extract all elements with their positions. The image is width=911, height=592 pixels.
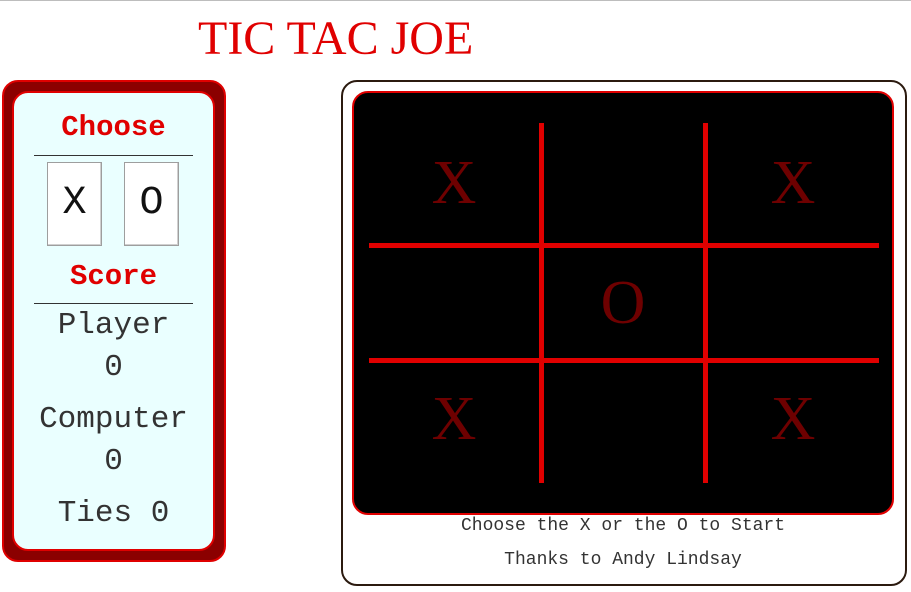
choose-x-button[interactable]: X — [47, 162, 102, 246]
computer-score: 0 — [104, 444, 123, 479]
player-label: Player — [57, 308, 170, 343]
choose-o-button[interactable]: O — [124, 162, 179, 246]
page-title: TIC TAC JOE — [198, 12, 474, 65]
side-panel: Choose X O Score Player 0 Computer 0 Tie… — [12, 91, 215, 551]
board-cell-9[interactable]: X — [711, 363, 875, 475]
board-cell-3[interactable]: X — [711, 127, 875, 239]
board-cell-4[interactable] — [372, 247, 536, 359]
board-cell-7[interactable]: X — [372, 363, 536, 475]
board-cell-2[interactable] — [541, 127, 705, 239]
credit-text: Thanks to Andy Lindsay — [504, 550, 742, 570]
player-score: 0 — [104, 350, 123, 385]
choose-heading: Choose — [61, 111, 166, 144]
game-board: X X O X X — [352, 91, 894, 515]
score-heading: Score — [69, 260, 157, 293]
choose-divider — [34, 155, 193, 156]
score-divider — [34, 303, 193, 304]
board-cell-8[interactable] — [541, 363, 705, 475]
board-cell-6[interactable] — [711, 247, 875, 359]
ties-score: Ties 0 — [57, 496, 170, 531]
board-cell-1[interactable]: X — [372, 127, 536, 239]
computer-label: Computer — [39, 402, 188, 437]
start-instruction: Choose the X or the O to Start — [460, 516, 786, 536]
top-divider — [0, 0, 911, 1]
board-cell-5[interactable]: O — [541, 247, 705, 359]
